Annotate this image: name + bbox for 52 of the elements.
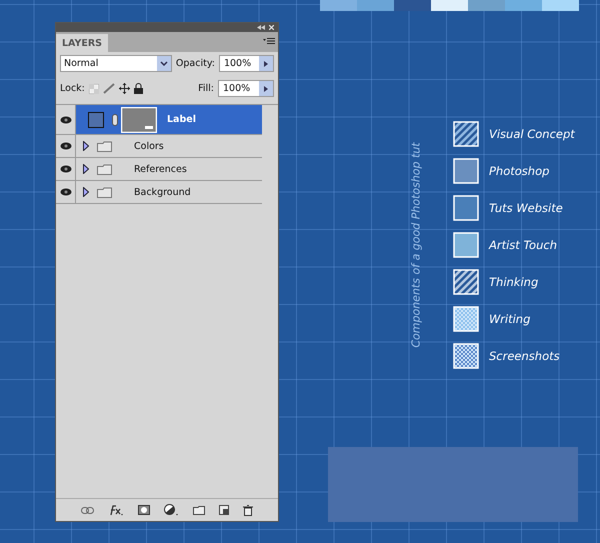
vertical-caption: Components of a good Photoshop tut (410, 142, 422, 348)
legend-label: Photoshop (489, 164, 550, 178)
link-icon (112, 114, 118, 126)
menu-icon[interactable] (263, 38, 275, 45)
eye-icon[interactable] (60, 142, 72, 150)
eye-icon[interactable] (60, 165, 72, 173)
layer-name: Colors (134, 140, 164, 152)
eye-icon[interactable] (60, 116, 72, 124)
fill-label: Fill: (198, 83, 214, 94)
arrow-right-icon (264, 86, 268, 92)
adjustment-icon[interactable] (164, 504, 179, 516)
expand-triangle-icon[interactable] (83, 187, 89, 197)
fill-field[interactable]: 100% (218, 80, 274, 97)
legend-label: Visual Concept (489, 127, 575, 141)
layer-name: Background (134, 186, 191, 198)
chevron-down-icon (160, 61, 168, 66)
legend-label: Screenshots (489, 349, 560, 363)
effects-icon[interactable] (108, 504, 124, 516)
close-icon[interactable] (269, 25, 274, 30)
link-icon[interactable] (81, 506, 94, 514)
color-fill-icon (88, 112, 104, 128)
opacity-field[interactable]: 100% (218, 55, 274, 72)
lock-icon[interactable] (134, 83, 143, 94)
expand-triangle-icon[interactable] (83, 141, 89, 151)
trash-icon[interactable] (243, 504, 253, 516)
eye-icon[interactable] (60, 188, 72, 196)
layer-name: Label (167, 114, 196, 125)
legend-label: Thinking (489, 275, 538, 289)
layer-row[interactable]: Label (56, 105, 262, 135)
folder-icon (97, 140, 112, 152)
mask-icon[interactable] (138, 505, 150, 515)
visibility-toggle[interactable] (56, 105, 76, 134)
lock-label: Lock: (60, 83, 85, 94)
folder-icon[interactable] (193, 506, 205, 514)
arrow-right-icon (264, 60, 268, 66)
folder-icon (97, 164, 112, 174)
new-layer-icon[interactable] (219, 505, 229, 515)
folder-icon (97, 186, 112, 198)
layer-name: References (134, 164, 187, 174)
legend-label: Tuts Website (489, 201, 563, 215)
opacity-label: Opacity: (176, 58, 215, 69)
layer-row[interactable]: Colors (56, 135, 262, 158)
panel-tab[interactable]: LAYERS (56, 34, 108, 52)
expand-triangle-icon[interactable] (83, 164, 89, 174)
move-icon[interactable] (118, 83, 130, 94)
legend-label: Writing (489, 312, 530, 326)
layer-row[interactable]: References (56, 158, 262, 181)
blend-mode-dropdown[interactable]: Normal (60, 55, 172, 72)
mask-thumbnail (121, 106, 157, 132)
collapse-icon[interactable] (257, 25, 265, 30)
layer-row[interactable]: Background (56, 181, 262, 204)
legend-label: Artist Touch (489, 238, 557, 252)
